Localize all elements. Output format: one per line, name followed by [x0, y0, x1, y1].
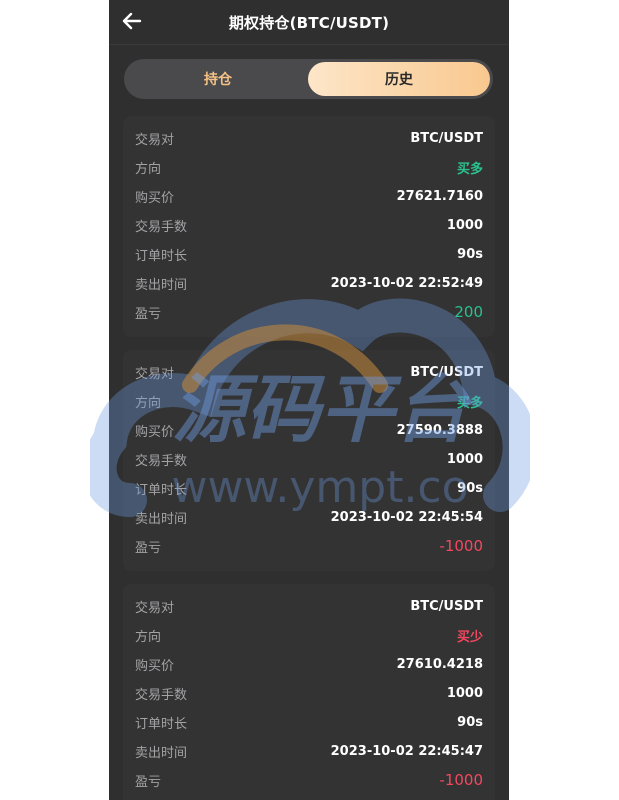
- pair-row: 交易对 BTC/USDT: [135, 362, 483, 382]
- duration-value: 90s: [457, 714, 483, 730]
- sell-time-row: 卖出时间 2023-10-02 22:52:49: [135, 273, 483, 293]
- buy-price-value: 27621.7160: [396, 188, 483, 204]
- arrow-left-icon: [122, 12, 142, 30]
- pair-label: 交易对: [135, 132, 175, 148]
- pnl-row: 盈亏 200: [135, 302, 483, 322]
- buy-price-row: 购买价 27610.4218: [135, 654, 483, 674]
- direction-label: 方向: [135, 161, 162, 177]
- pnl-value: -1000: [439, 771, 483, 789]
- direction-row: 方向 买少: [135, 625, 483, 645]
- direction-row: 方向 买多: [135, 391, 483, 411]
- direction-label: 方向: [135, 395, 162, 411]
- lots-label: 交易手数: [135, 687, 188, 703]
- order-card: 交易对 BTC/USDT 方向 买多 购买价 27590.3888 交易手数 1…: [123, 350, 495, 571]
- duration-label: 订单时长: [135, 248, 188, 264]
- direction-value: 买多: [456, 161, 483, 177]
- pair-label: 交易对: [135, 600, 175, 616]
- direction-value: 买多: [456, 395, 483, 411]
- sell-time-label: 卖出时间: [135, 745, 188, 761]
- lots-row: 交易手数 1000: [135, 215, 483, 235]
- sell-time-value: 2023-10-02 22:45:47: [330, 743, 483, 759]
- buy-price-label: 购买价: [135, 658, 175, 674]
- duration-label: 订单时长: [135, 716, 188, 732]
- sell-time-value: 2023-10-02 22:52:49: [330, 275, 483, 291]
- duration-row: 订单时长 90s: [135, 244, 483, 264]
- lots-label: 交易手数: [135, 219, 188, 235]
- duration-row: 订单时长 90s: [135, 478, 483, 498]
- buy-price-row: 购买价 27590.3888: [135, 420, 483, 440]
- pair-row: 交易对 BTC/USDT: [135, 128, 483, 148]
- back-button[interactable]: [121, 10, 143, 32]
- tab-history[interactable]: 历史: [308, 62, 490, 96]
- sell-time-row: 卖出时间 2023-10-02 22:45:47: [135, 741, 483, 761]
- app-screen: 期权持仓(BTC/USDT) 持仓 历史 交易对 BTC/USDT 方向 买多 …: [109, 0, 509, 800]
- page-title: 期权持仓(BTC/USDT): [228, 13, 390, 32]
- lots-row: 交易手数 1000: [135, 683, 483, 703]
- pair-row: 交易对 BTC/USDT: [135, 596, 483, 616]
- direction-value: 买少: [456, 629, 483, 645]
- tab-bar: 持仓 历史: [124, 59, 493, 99]
- duration-row: 订单时长 90s: [135, 712, 483, 732]
- buy-price-label: 购买价: [135, 424, 175, 440]
- duration-value: 90s: [457, 480, 483, 496]
- pnl-row: 盈亏 -1000: [135, 770, 483, 790]
- top-bar: 期权持仓(BTC/USDT): [109, 0, 509, 45]
- pnl-label: 盈亏: [135, 306, 162, 322]
- pair-value: BTC/USDT: [410, 364, 483, 380]
- direction-label: 方向: [135, 629, 162, 645]
- pnl-row: 盈亏 -1000: [135, 536, 483, 556]
- direction-row: 方向 买多: [135, 157, 483, 177]
- pnl-label: 盈亏: [135, 774, 162, 790]
- pnl-value: 200: [454, 303, 483, 321]
- lots-label: 交易手数: [135, 453, 188, 469]
- duration-label: 订单时长: [135, 482, 188, 498]
- pnl-value: -1000: [439, 537, 483, 555]
- sell-time-row: 卖出时间 2023-10-02 22:45:54: [135, 507, 483, 527]
- tab-positions[interactable]: 持仓: [127, 62, 309, 96]
- lots-value: 1000: [446, 451, 483, 467]
- buy-price-value: 27590.3888: [396, 422, 483, 438]
- pair-value: BTC/USDT: [410, 598, 483, 614]
- sell-time-label: 卖出时间: [135, 511, 188, 527]
- lots-value: 1000: [446, 685, 483, 701]
- pnl-label: 盈亏: [135, 540, 162, 556]
- pair-value: BTC/USDT: [410, 130, 483, 146]
- lots-value: 1000: [446, 217, 483, 233]
- duration-value: 90s: [457, 246, 483, 262]
- lots-row: 交易手数 1000: [135, 449, 483, 469]
- order-card: 交易对 BTC/USDT 方向 买少 购买价 27610.4218 交易手数 1…: [123, 584, 495, 800]
- pair-label: 交易对: [135, 366, 175, 382]
- order-card: 交易对 BTC/USDT 方向 买多 购买价 27621.7160 交易手数 1…: [123, 116, 495, 337]
- buy-price-label: 购买价: [135, 190, 175, 206]
- sell-time-value: 2023-10-02 22:45:54: [330, 509, 483, 525]
- buy-price-row: 购买价 27621.7160: [135, 186, 483, 206]
- buy-price-value: 27610.4218: [396, 656, 483, 672]
- sell-time-label: 卖出时间: [135, 277, 188, 293]
